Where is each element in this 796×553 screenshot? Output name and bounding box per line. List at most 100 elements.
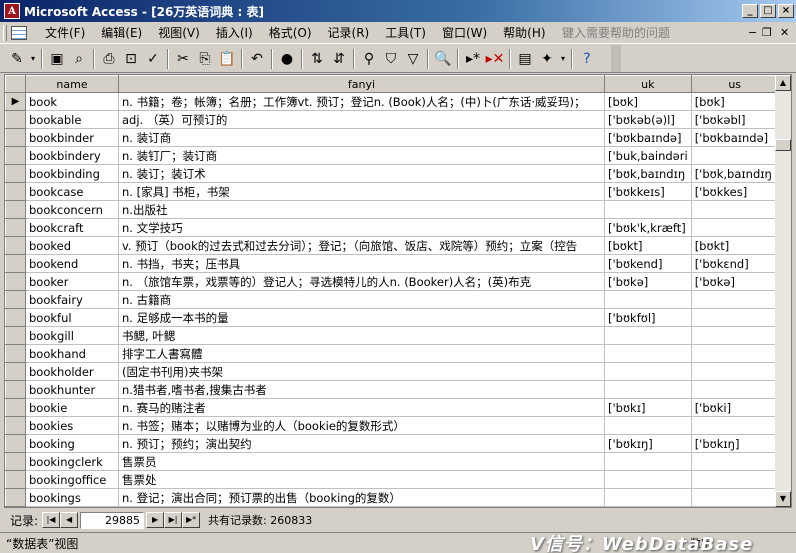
sort-ascending-icon[interactable]: ⇅ xyxy=(306,48,328,70)
menu-item[interactable]: 记录(R) xyxy=(320,23,378,43)
cell-uk[interactable] xyxy=(604,200,692,219)
cell-name[interactable]: bookbinder xyxy=(25,128,119,147)
cell-us[interactable] xyxy=(691,146,779,165)
cell-name[interactable]: bookbinding xyxy=(25,164,119,183)
cell-fanyi[interactable]: (固定书刊用)夹书架 xyxy=(118,362,605,381)
table-row[interactable]: bookgill 书鳃, 叶鳃 xyxy=(5,326,779,345)
previous-record-icon[interactable]: ◀ xyxy=(60,512,79,528)
table-row[interactable]: bookholder (固定书刊用)夹书架 xyxy=(5,362,779,381)
filter-by-selection-icon[interactable]: ⚲ xyxy=(358,48,380,70)
cell-name[interactable]: bookgill xyxy=(25,326,119,345)
record-selector[interactable] xyxy=(5,470,26,489)
cell-fanyi[interactable]: n.出版社 xyxy=(118,200,605,219)
filter-by-form-icon[interactable]: ⛉ xyxy=(380,48,402,70)
save-icon[interactable]: ▣ xyxy=(46,48,68,70)
cell-us[interactable]: ['bʊkkes] xyxy=(691,182,779,201)
find-icon[interactable]: 🔍 xyxy=(432,48,454,70)
cell-fanyi[interactable]: n. 赛马的赌注者 xyxy=(118,398,605,417)
cell-fanyi[interactable]: n. 装钉厂；装订商 xyxy=(118,146,605,165)
cell-fanyi[interactable]: 书鳃, 叶鳃 xyxy=(118,326,605,345)
paste-icon[interactable]: 📋 xyxy=(216,48,238,70)
cell-name[interactable]: booked xyxy=(25,236,119,255)
record-selector[interactable] xyxy=(5,182,26,201)
cell-uk[interactable]: ['bʊkəb(ə)l] xyxy=(604,110,692,129)
record-selector[interactable] xyxy=(5,344,26,363)
table-row[interactable]: bookable adj. （英）可预订的 ['bʊkəb(ə)l] ['bʊkəbl… xyxy=(5,110,779,129)
table-row[interactable]: ▶ book n. 书籍；卷；帐簿；名册；工作簿vt. 预订；登记n. (Book)… xyxy=(5,92,779,111)
cell-us[interactable] xyxy=(691,470,779,489)
cell-uk[interactable] xyxy=(604,488,692,507)
table-row[interactable]: bookfairy n. 古籍商 xyxy=(5,290,779,309)
table-row[interactable]: bookhand 排字工人書寫體 xyxy=(5,344,779,363)
cell-uk[interactable]: ['bʊkkeɪs] xyxy=(604,182,692,201)
menu-item[interactable]: 视图(V) xyxy=(150,23,208,43)
table-row[interactable]: bookingoffice 售票处 xyxy=(5,470,779,489)
cell-fanyi[interactable]: n. 预订；预约；演出契约 xyxy=(118,434,605,453)
cell-uk[interactable] xyxy=(604,380,692,399)
doc-restore-icon[interactable]: ❐ xyxy=(762,26,772,39)
close-button[interactable]: × xyxy=(778,4,794,18)
cell-fanyi[interactable]: n. 书籍；卷；帐簿；名册；工作簿vt. 预订；登记n. (Book)人名；(中… xyxy=(118,92,605,111)
cell-us[interactable]: ['bʊk,baɪndɪŋ xyxy=(691,164,779,183)
record-selector[interactable] xyxy=(5,488,26,507)
cell-us[interactable]: ['bʊkəbl] xyxy=(691,110,779,129)
cell-name[interactable]: bookcase xyxy=(25,182,119,201)
cell-name[interactable]: booking xyxy=(25,434,119,453)
cell-us[interactable] xyxy=(691,452,779,471)
table-row[interactable]: bookies n. 书签；赌本；以赌博为业的人（bookie的复数形式） xyxy=(5,416,779,435)
toolbar-options-icon[interactable] xyxy=(611,45,621,72)
table-row[interactable]: bookconcern n.出版社 xyxy=(5,200,779,219)
menu-item[interactable]: 工具(T) xyxy=(377,23,434,43)
menu-item[interactable]: 编辑(E) xyxy=(93,23,150,43)
record-selector[interactable] xyxy=(5,146,26,165)
first-record-icon[interactable]: |◀ xyxy=(42,512,61,528)
next-record-icon[interactable]: ▶ xyxy=(146,512,165,528)
cell-uk[interactable] xyxy=(604,344,692,363)
cell-uk[interactable]: ['bʊk,baɪndɪŋ xyxy=(604,164,692,183)
search-file-icon[interactable]: ⌕ xyxy=(68,48,90,70)
cell-us[interactable] xyxy=(691,218,779,237)
record-selector[interactable] xyxy=(5,290,26,309)
minimize-button[interactable]: _ xyxy=(742,4,758,18)
cell-name[interactable]: bookhand xyxy=(25,344,119,363)
cell-fanyi[interactable]: n.猎书者,嗜书者,搜集古书者 xyxy=(118,380,605,399)
cell-us[interactable] xyxy=(691,488,779,507)
column-header-fanyi[interactable]: fanyi xyxy=(118,75,605,93)
cell-us[interactable] xyxy=(691,380,779,399)
table-row[interactable]: bookcraft n. 文学技巧 ['bʊk'k,kræft] xyxy=(5,218,779,237)
table-row[interactable]: bookbindery n. 装钉厂；装订商 ['buk,baindəri xyxy=(5,146,779,165)
table-row[interactable]: booker n. （旅馆车票，戏票等的）登记人；寻选模特儿的人n. (Booke… xyxy=(5,272,779,291)
view-icon[interactable]: ✎ xyxy=(6,48,28,70)
cell-us[interactable]: ['bʊki] xyxy=(691,398,779,417)
cell-uk[interactable]: ['bʊkɪ] xyxy=(604,398,692,417)
cell-uk[interactable] xyxy=(604,470,692,489)
new-record-icon[interactable]: ▸* xyxy=(462,48,484,70)
column-header-name[interactable]: name xyxy=(25,75,119,93)
cell-fanyi[interactable]: 售票处 xyxy=(118,470,605,489)
cell-us[interactable]: [bʊkt] xyxy=(691,236,779,255)
insert-object-icon[interactable]: ● xyxy=(276,48,298,70)
record-selector[interactable] xyxy=(5,308,26,327)
cell-us[interactable] xyxy=(691,200,779,219)
record-selector[interactable] xyxy=(5,398,26,417)
table-row[interactable]: bookings n. 登记；演出合同；预订票的出售（booking的复数） xyxy=(5,488,779,507)
cell-uk[interactable] xyxy=(604,452,692,471)
cell-name[interactable]: bookend xyxy=(25,254,119,273)
record-selector[interactable] xyxy=(5,434,26,453)
cell-us[interactable] xyxy=(691,416,779,435)
table-row[interactable]: bookcase n. [家具] 书柜，书架 ['bʊkkeɪs] ['bʊkkes] xyxy=(5,182,779,201)
menu-item[interactable]: 文件(F) xyxy=(37,23,93,43)
cell-fanyi[interactable]: 售票员 xyxy=(118,452,605,471)
last-record-icon[interactable]: ▶| xyxy=(164,512,183,528)
cell-name[interactable]: book xyxy=(25,92,119,111)
record-number-input[interactable]: 29885 xyxy=(80,511,145,529)
cell-uk[interactable] xyxy=(604,290,692,309)
cell-fanyi[interactable]: n. 书挡，书夹；压书具 xyxy=(118,254,605,273)
current-record-indicator[interactable]: ▶ xyxy=(5,92,26,111)
delete-record-icon[interactable]: ▸✕ xyxy=(484,48,506,70)
record-selector[interactable] xyxy=(5,362,26,381)
table-row[interactable]: booking n. 预订；预约；演出契约 ['bʊkɪŋ] ['bʊkɪŋ] xyxy=(5,434,779,453)
menubar-grip[interactable] xyxy=(3,24,7,41)
table-row[interactable]: booked v. 预订（book的过去式和过去分词）；登记；（向旅馆、饭店、戏院… xyxy=(5,236,779,255)
column-header-us[interactable]: us xyxy=(690,75,779,93)
